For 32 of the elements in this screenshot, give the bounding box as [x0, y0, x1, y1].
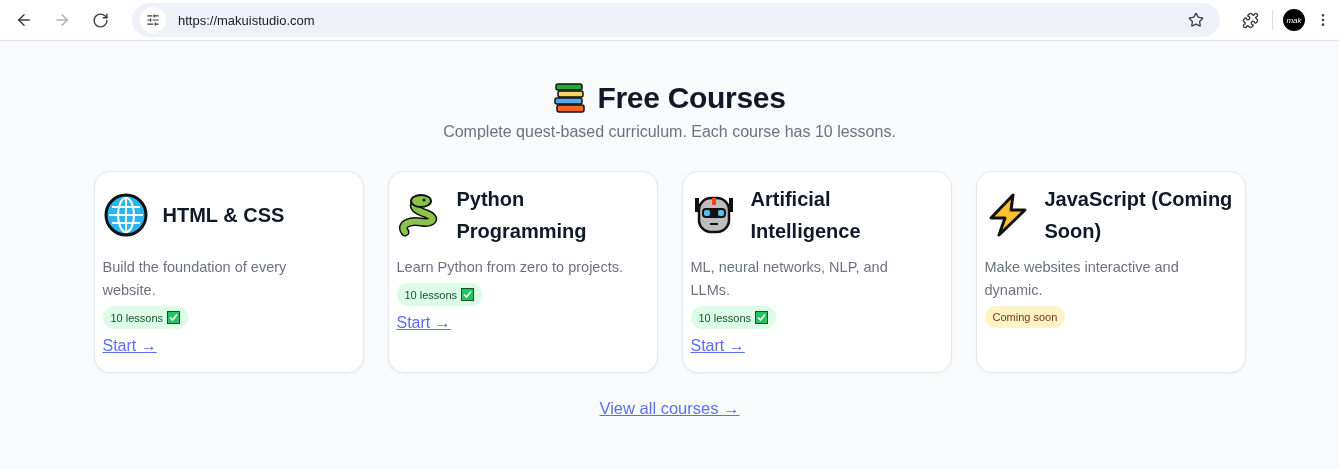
lessons-badge: 10 lessons: [102, 306, 189, 329]
start-link[interactable]: Start →: [690, 337, 745, 355]
profile-avatar[interactable]: mak: [1283, 9, 1305, 31]
reload-icon[interactable]: [91, 11, 109, 29]
extensions-icon[interactable]: [1241, 11, 1259, 29]
start-link[interactable]: Start →: [396, 314, 451, 332]
lessons-badge: 10 lessons: [690, 306, 777, 329]
start-link[interactable]: Start →: [102, 337, 157, 355]
view-all-courses-link[interactable]: View all courses →: [599, 399, 740, 418]
url-field[interactable]: https://makuistudio.com: [176, 11, 1170, 29]
course-title: Python Programming: [456, 187, 588, 244]
page-title: Free Courses: [597, 81, 786, 115]
course-description: Make websites interactive and dynamic.: [984, 258, 1180, 300]
sliders-icon: [146, 13, 160, 27]
lessons-badge: Coming soon: [984, 306, 1066, 328]
course-description: ML, neural networks, NLP, and LLMs.: [690, 258, 889, 300]
course-title: HTML & CSS: [162, 203, 285, 228]
globe-icon: [102, 192, 149, 238]
books-icon: [553, 81, 588, 115]
course-title: JavaScript (Coming Soon): [1044, 187, 1234, 244]
checkmark-icon: [461, 288, 475, 301]
course-description: Learn Python from zero to projects.: [396, 258, 624, 277]
address-bar[interactable]: https://makuistudio.com: [132, 3, 1220, 37]
page-subtitle: Complete quest-based curriculum. Each course has 10 lessons.: [443, 123, 896, 141]
course-description: Build the foundation of every website.: [102, 258, 288, 300]
back-icon[interactable]: [15, 11, 33, 29]
checkmark-icon: [167, 311, 181, 324]
lessons-badge: 10 lessons: [396, 283, 483, 306]
course-title: Artificial Intelligence: [750, 187, 862, 244]
bookmark-star-icon[interactable]: [1188, 12, 1204, 28]
checkmark-icon: [755, 311, 769, 324]
site-info-button[interactable]: [140, 7, 166, 33]
